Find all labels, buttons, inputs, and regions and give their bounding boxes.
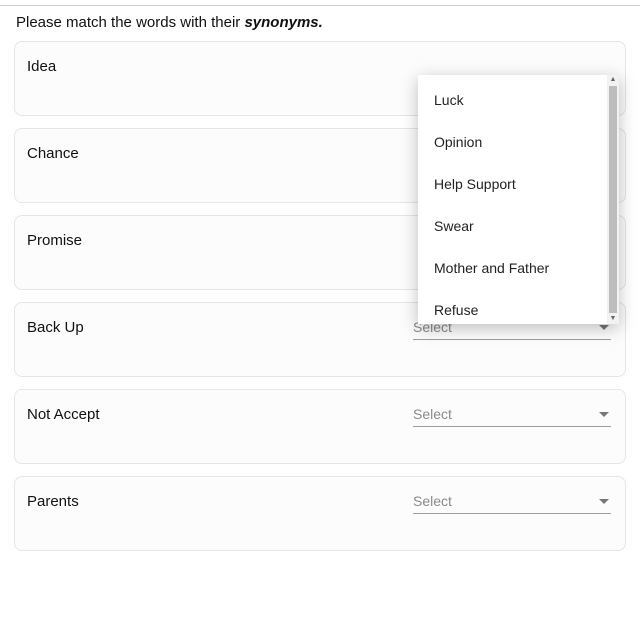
dropdown-option-opinion[interactable]: Opinion [418, 121, 607, 163]
select-placeholder: Select [413, 493, 599, 509]
scroll-up-icon: ▲ [607, 75, 619, 85]
match-row-parents: Parents Select [14, 476, 626, 551]
instruction-text: Please match the words with their synony… [16, 14, 626, 31]
chevron-down-icon [599, 499, 609, 504]
dropdown-option-mother-father[interactable]: Mother and Father [418, 247, 607, 289]
dropdown-option-swear[interactable]: Swear [418, 205, 607, 247]
instruction-prefix: Please match the words with their [16, 14, 244, 31]
dropdown-option-refuse[interactable]: Refuse [418, 289, 607, 320]
scroll-down-icon: ▼ [607, 314, 619, 324]
word-label: Not Accept [27, 406, 413, 423]
match-row-notaccept: Not Accept Select [14, 389, 626, 464]
word-label: Idea [27, 58, 413, 75]
dropdown-menu: Luck Opinion Help Support Swear Mother a… [418, 75, 619, 324]
scroll-thumb[interactable] [609, 86, 617, 313]
question-container: Please match the words with their synony… [0, 6, 640, 577]
select-placeholder: Select [413, 406, 599, 422]
chevron-down-icon [599, 325, 609, 330]
instruction-emphasis: synonyms. [244, 14, 322, 31]
word-label: Back Up [27, 319, 413, 336]
dropdown-list: Luck Opinion Help Support Swear Mother a… [418, 75, 607, 324]
dropdown-option-luck[interactable]: Luck [418, 79, 607, 121]
chevron-down-icon [599, 412, 609, 417]
dropdown-option-help-support[interactable]: Help Support [418, 163, 607, 205]
word-label: Chance [27, 145, 413, 162]
dropdown-scrollbar[interactable]: ▲ ▼ [607, 75, 619, 324]
select-parents[interactable]: Select [413, 491, 611, 514]
select-notaccept[interactable]: Select [413, 404, 611, 427]
word-label: Promise [27, 232, 413, 249]
word-label: Parents [27, 493, 413, 510]
